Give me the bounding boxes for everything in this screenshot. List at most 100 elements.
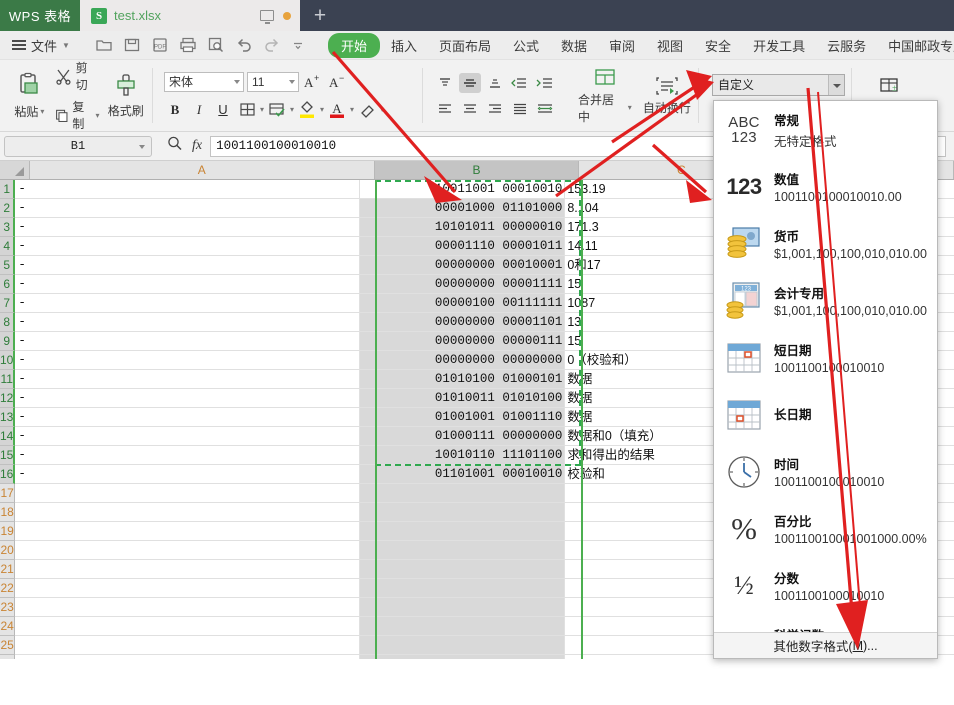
- format-painter-button[interactable]: 格式刷: [106, 73, 146, 119]
- row-header-20[interactable]: 20: [0, 541, 16, 560]
- increase-indent-button[interactable]: [534, 73, 556, 93]
- row-header-13[interactable]: 13: [0, 408, 16, 427]
- chevron-down-icon[interactable]: ▾: [260, 105, 264, 114]
- font-size-combobox[interactable]: 11: [247, 71, 299, 92]
- cell-b25[interactable]: [360, 636, 566, 655]
- undo-icon[interactable]: [235, 36, 253, 54]
- row-header-4[interactable]: 4: [0, 237, 16, 256]
- row-header-19[interactable]: 19: [0, 522, 16, 541]
- row-header-12[interactable]: 12: [0, 389, 16, 408]
- save-icon[interactable]: [123, 36, 141, 54]
- column-header-a[interactable]: A: [29, 161, 375, 179]
- cell-a7[interactable]: -: [15, 294, 361, 313]
- cell-b4[interactable]: 00001110 00001011: [360, 237, 566, 256]
- cell-a19[interactable]: [15, 522, 361, 541]
- align-right-button[interactable]: [484, 99, 506, 119]
- row-header-24[interactable]: 24: [0, 617, 16, 636]
- decrease-indent-button[interactable]: [509, 73, 531, 93]
- number-format-combobox[interactable]: 自定义: [712, 74, 845, 96]
- ribbon-tab-view[interactable]: 视图: [646, 33, 694, 58]
- cell-a17[interactable]: [15, 484, 361, 503]
- cell-b23[interactable]: [360, 598, 566, 617]
- row-header-8[interactable]: 8: [0, 313, 16, 332]
- number-format-option-5[interactable]: 长日期: [714, 386, 937, 443]
- cell-a16[interactable]: -: [15, 465, 361, 484]
- cell-b14[interactable]: 01000111 00000000: [360, 427, 566, 446]
- align-justify-button[interactable]: [509, 99, 531, 119]
- row-header-18[interactable]: 18: [0, 503, 16, 522]
- cell-b16[interactable]: 01101001 00010010: [360, 465, 566, 484]
- cell-b10[interactable]: 00000000 00000000: [360, 351, 566, 370]
- number-format-option-6[interactable]: 时间 1001100100010010: [714, 443, 937, 500]
- ribbon-tab-cloud[interactable]: 云服务: [816, 33, 877, 58]
- column-header-b[interactable]: B: [374, 161, 580, 179]
- number-format-option-8[interactable]: ½ 分数 1001100100010010: [714, 557, 937, 614]
- align-top-button[interactable]: [434, 73, 456, 93]
- print-icon[interactable]: [179, 36, 197, 54]
- cell-b17[interactable]: [360, 484, 566, 503]
- customize-toolbar-icon[interactable]: [291, 36, 305, 54]
- cell-a22[interactable]: [15, 579, 361, 598]
- increase-font-size-button[interactable]: A +: [302, 71, 324, 92]
- clear-format-button[interactable]: [356, 99, 378, 120]
- export-pdf-icon[interactable]: PDF: [151, 36, 169, 54]
- align-bottom-button[interactable]: [484, 73, 506, 93]
- number-format-option-3[interactable]: 123 会计专用 $1,001,100,100,010,010.00: [714, 272, 937, 329]
- cell-a18[interactable]: [15, 503, 361, 522]
- cell-b26[interactable]: [360, 655, 566, 659]
- cell-b3[interactable]: 10101011 00000010: [360, 218, 566, 237]
- row-header-23[interactable]: 23: [0, 598, 16, 617]
- cell-a8[interactable]: -: [15, 313, 361, 332]
- cell-a11[interactable]: -: [15, 370, 361, 389]
- cell-b5[interactable]: 00000000 00010001: [360, 256, 566, 275]
- cell-a2[interactable]: -: [15, 199, 361, 218]
- open-folder-icon[interactable]: [95, 36, 113, 54]
- cell-a21[interactable]: [15, 560, 361, 579]
- cell-b2[interactable]: 00001000 01101000: [360, 199, 566, 218]
- ribbon-tab-review[interactable]: 审阅: [598, 33, 646, 58]
- cell-a24[interactable]: [15, 617, 361, 636]
- number-format-option-4[interactable]: 短日期 1001100100010010: [714, 329, 937, 386]
- ribbon-tab-developer[interactable]: 开发工具: [742, 33, 816, 58]
- cell-a20[interactable]: [15, 541, 361, 560]
- ribbon-tab-insert[interactable]: 插入: [380, 33, 428, 58]
- chevron-down-icon[interactable]: [828, 75, 844, 95]
- select-all-corner[interactable]: [0, 161, 30, 179]
- monitor-icon[interactable]: [260, 10, 274, 24]
- chevron-down-icon[interactable]: ▾: [320, 105, 324, 114]
- cell-b22[interactable]: [360, 579, 566, 598]
- ribbon-tab-security[interactable]: 安全: [694, 33, 742, 58]
- cell-a25[interactable]: [15, 636, 361, 655]
- cell-a13[interactable]: -: [15, 408, 361, 427]
- row-header-16[interactable]: 16: [0, 465, 16, 484]
- new-tab-button[interactable]: +: [300, 0, 340, 31]
- cell-a14[interactable]: -: [15, 427, 361, 446]
- cell-b19[interactable]: [360, 522, 566, 541]
- row-header-14[interactable]: 14: [0, 427, 16, 446]
- cell-b15[interactable]: 10010110 11101100: [360, 446, 566, 465]
- cell-a4[interactable]: -: [15, 237, 361, 256]
- ribbon-tab-page-layout[interactable]: 页面布局: [428, 33, 502, 58]
- cell-a5[interactable]: -: [15, 256, 361, 275]
- cell-a15[interactable]: -: [15, 446, 361, 465]
- cell-b20[interactable]: [360, 541, 566, 560]
- row-header-5[interactable]: 5: [0, 256, 16, 275]
- align-middle-button[interactable]: [459, 72, 481, 93]
- cell-b24[interactable]: [360, 617, 566, 636]
- ribbon-tab-start[interactable]: 开始: [327, 32, 380, 58]
- wrap-text-button[interactable]: 自动换行: [642, 75, 692, 116]
- merge-center-button[interactable]: 合并居中 ▾: [578, 67, 632, 125]
- ribbon-tab-formula[interactable]: 公式: [502, 33, 550, 58]
- font-name-combobox[interactable]: 宋体: [164, 71, 244, 92]
- chevron-down-icon[interactable]: ▾: [350, 105, 354, 114]
- cut-button[interactable]: 剪切: [55, 59, 100, 93]
- cell-a3[interactable]: -: [15, 218, 361, 237]
- row-header-1[interactable]: 1: [0, 180, 16, 199]
- copy-button[interactable]: 复制 ▾: [55, 98, 100, 132]
- row-header-6[interactable]: 6: [0, 275, 16, 294]
- fill-color-button[interactable]: [296, 99, 318, 120]
- wps-app-badge[interactable]: WPS 表格: [0, 0, 80, 31]
- paste-button[interactable]: 粘贴 ▾: [10, 72, 49, 120]
- row-header-21[interactable]: 21: [0, 560, 16, 579]
- name-box[interactable]: B1: [4, 135, 152, 157]
